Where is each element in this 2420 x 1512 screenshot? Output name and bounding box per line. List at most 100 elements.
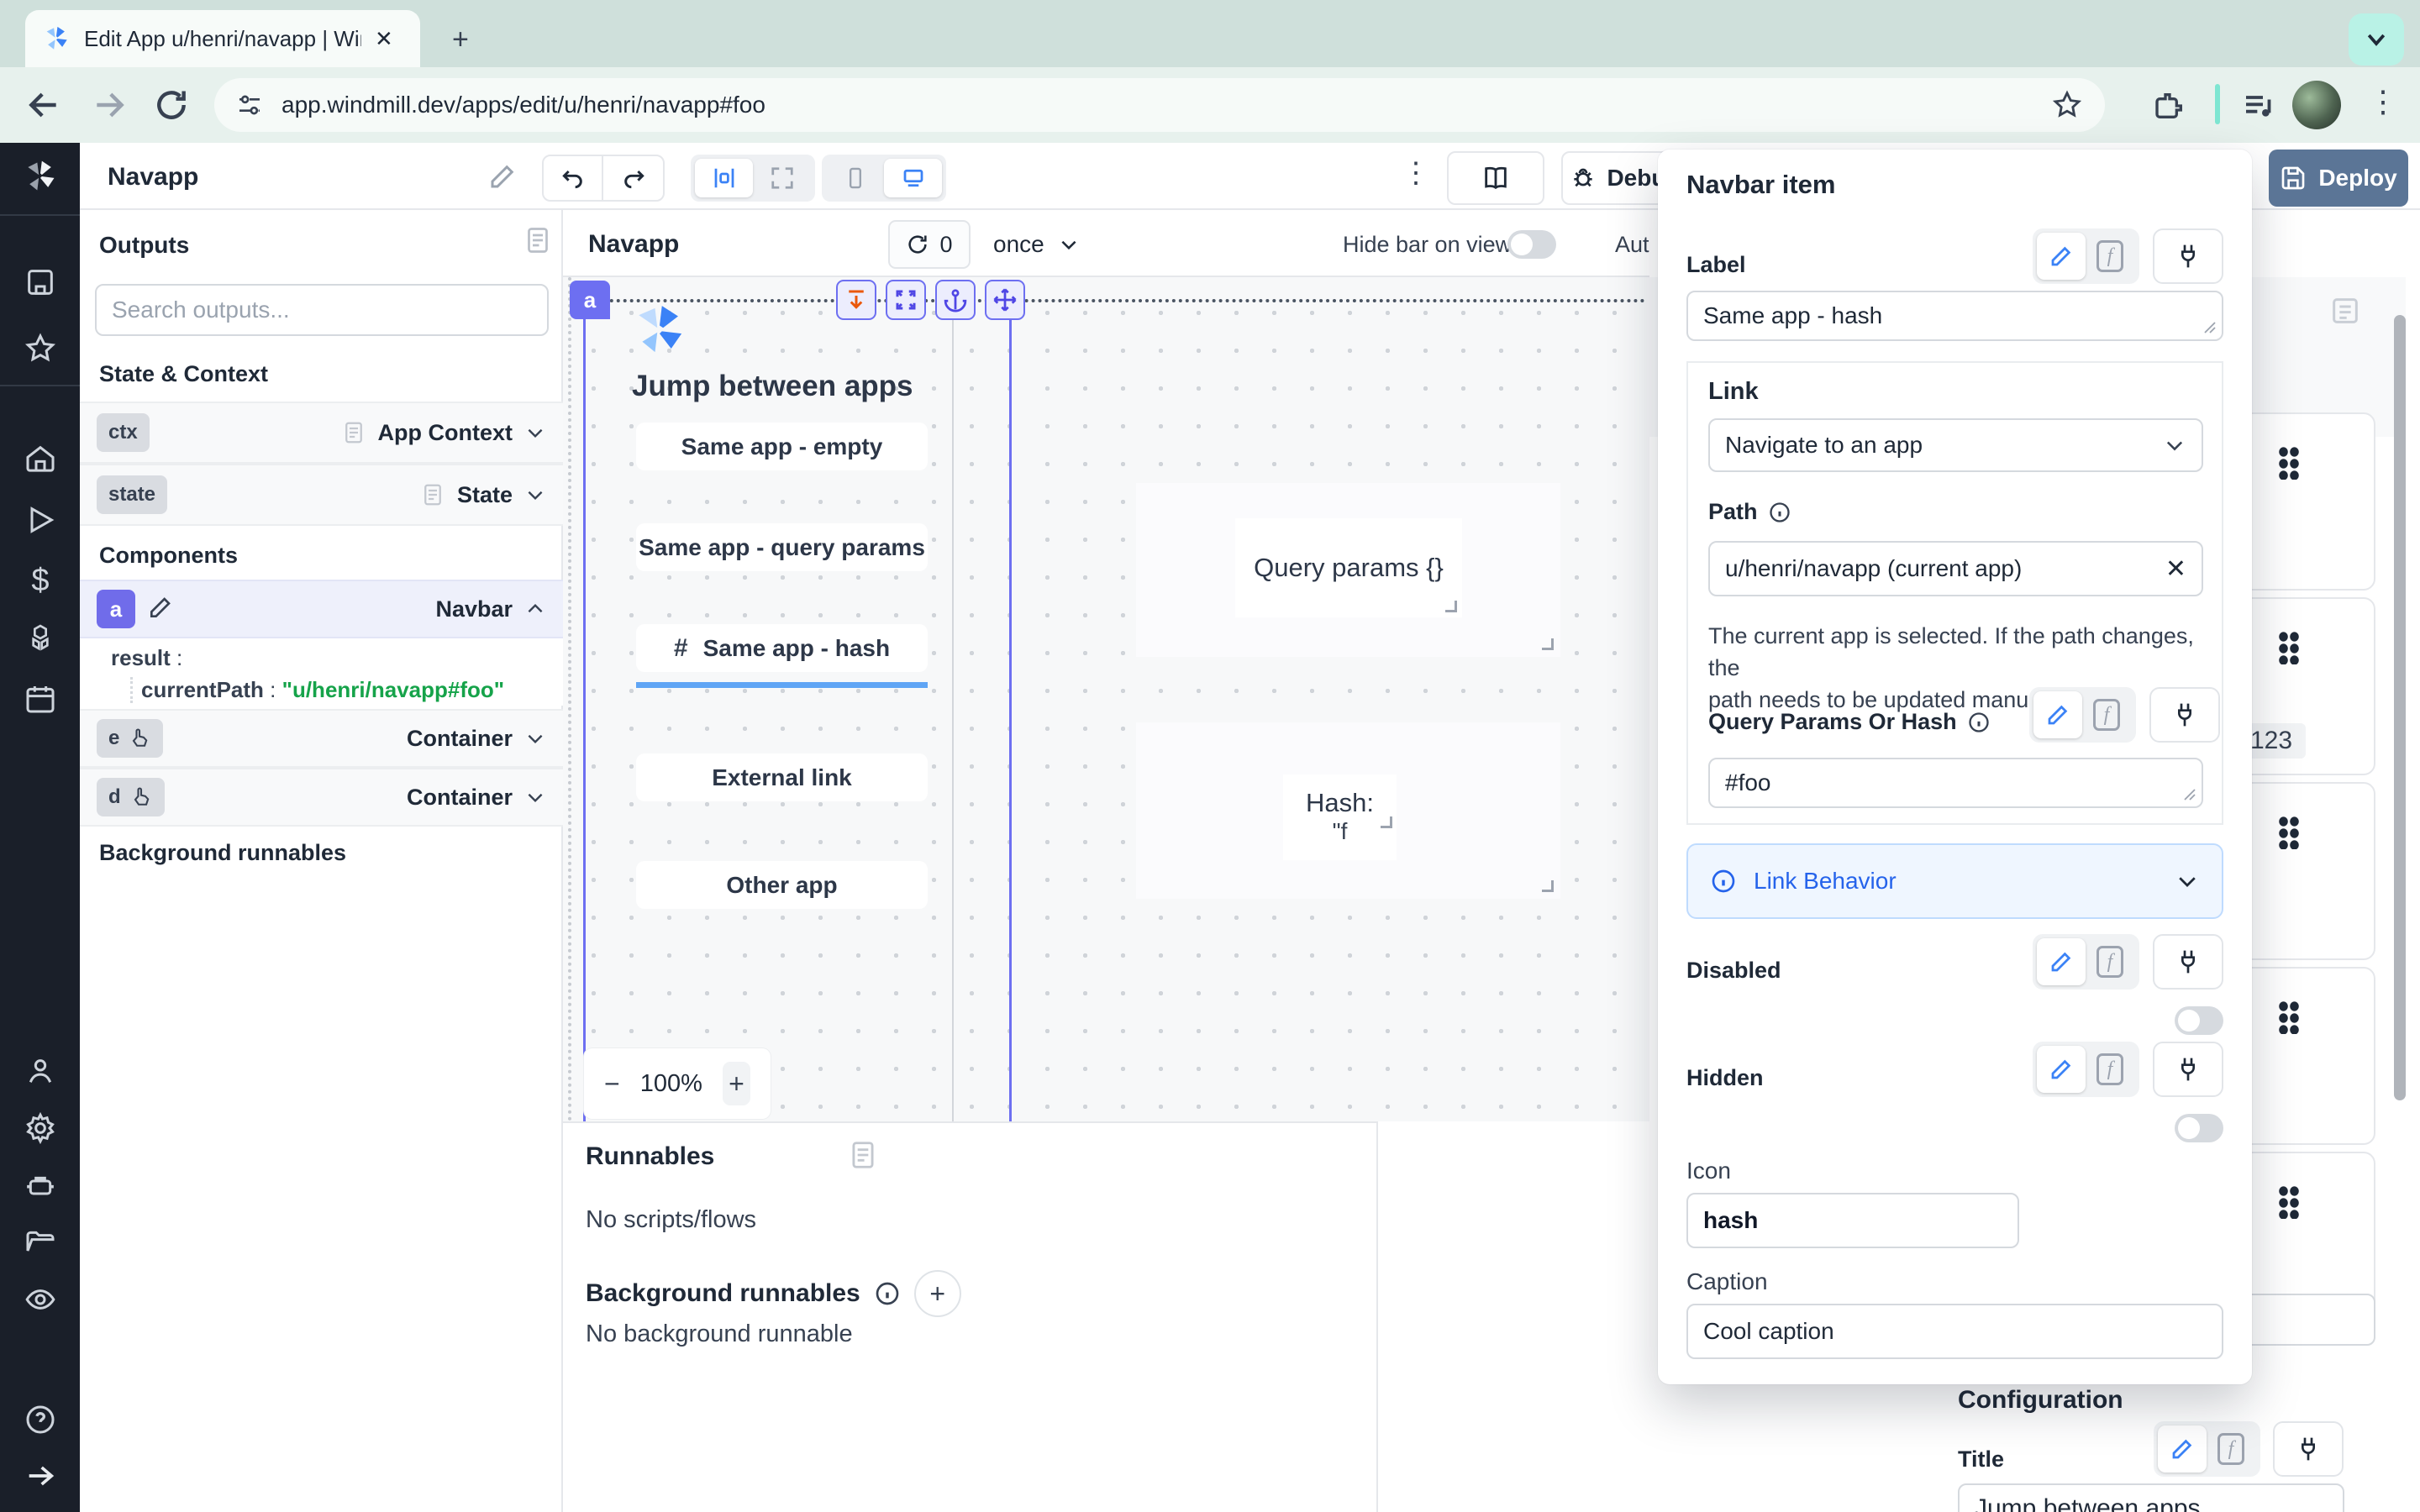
- hash-text-box[interactable]: Hash: "f: [1283, 774, 1397, 860]
- outputs-log-icon[interactable]: [523, 225, 553, 260]
- sidebar-item-workers[interactable]: [22, 1167, 59, 1204]
- resize-handle[interactable]: [1381, 816, 1392, 828]
- path-input[interactable]: u/henri/navapp (current app) ✕: [1708, 541, 2203, 596]
- static-mode-button[interactable]: [2037, 938, 2086, 985]
- redo-button[interactable]: [603, 156, 663, 200]
- fullwidth-layout-button[interactable]: [753, 159, 811, 197]
- nav-item-same-app-query-params[interactable]: Same app - query params: [636, 523, 928, 571]
- sidebar-item-schedules[interactable]: [22, 680, 59, 717]
- chevron-down-icon[interactable]: [524, 786, 546, 808]
- textarea-resize-icon[interactable]: [2203, 321, 2217, 334]
- link-behavior-accordion[interactable]: Link Behavior: [1686, 843, 2223, 919]
- resize-handle[interactable]: [1542, 638, 1554, 650]
- expand-down-button[interactable]: [836, 280, 876, 320]
- component-row-d[interactable]: d Container: [80, 768, 563, 827]
- sidebar-item-users[interactable]: [22, 1053, 59, 1089]
- js-mode-button[interactable]: f: [2086, 233, 2134, 280]
- chevron-up-icon[interactable]: [524, 598, 546, 620]
- docs-button[interactable]: [1447, 151, 1544, 205]
- link-type-select[interactable]: Navigate to an app: [1708, 418, 2203, 472]
- js-mode-button[interactable]: f: [2086, 938, 2134, 985]
- chevron-down-icon[interactable]: [524, 422, 546, 444]
- new-tab-button[interactable]: +: [452, 24, 469, 56]
- hide-bar-toggle[interactable]: [1507, 230, 1556, 259]
- static-mode-button[interactable]: [2033, 691, 2082, 738]
- site-settings-icon[interactable]: [236, 92, 263, 118]
- browser-tab[interactable]: Edit App u/henri/navapp | Win ✕: [25, 10, 420, 67]
- sidebar-item-variables[interactable]: $: [22, 562, 59, 599]
- edit-title-pencil-icon[interactable]: [487, 161, 518, 196]
- tab-close-icon[interactable]: ✕: [375, 26, 393, 52]
- config-title-input[interactable]: Jump between apps: [1958, 1483, 2344, 1512]
- connect-plug-button[interactable]: [2273, 1421, 2344, 1477]
- add-background-runnable-button[interactable]: +: [914, 1270, 961, 1317]
- url-bar[interactable]: app.windmill.dev/apps/edit/u/henri/navap…: [214, 78, 2105, 132]
- sidebar-item-audit-logs[interactable]: [22, 1281, 59, 1318]
- static-mode-button[interactable]: [2037, 1046, 2086, 1093]
- sidebar-expand-icon[interactable]: [22, 1457, 59, 1494]
- schedule-dropdown[interactable]: once: [993, 220, 1080, 269]
- connect-plug-button[interactable]: [2153, 228, 2223, 284]
- clear-path-icon[interactable]: ✕: [2165, 554, 2186, 584]
- query-params-card[interactable]: Query params {}: [1136, 483, 1560, 657]
- nav-item-same-app-empty[interactable]: Same app - empty: [636, 423, 928, 470]
- chevron-down-icon[interactable]: [524, 484, 546, 506]
- undo-button[interactable]: [544, 156, 603, 200]
- caption-input[interactable]: Cool caption: [1686, 1304, 2223, 1359]
- sidebar-item-help[interactable]: [22, 1401, 59, 1438]
- extensions-icon[interactable]: [2153, 89, 2186, 127]
- settings-log-icon[interactable]: [2328, 294, 2362, 332]
- sidebar-item-home[interactable]: [22, 440, 59, 477]
- canvas[interactable]: a Jump between apps Same app - empty Sam…: [563, 277, 1649, 1121]
- reload-button[interactable]: [153, 87, 190, 128]
- back-button[interactable]: [25, 87, 62, 128]
- hidden-toggle[interactable]: [2175, 1114, 2223, 1142]
- drag-handle-icon[interactable]: [2278, 1185, 2300, 1219]
- refresh-count-button[interactable]: 0: [888, 220, 971, 269]
- windmill-logo-icon[interactable]: [22, 158, 59, 195]
- sidebar-item-settings[interactable]: [22, 1110, 59, 1147]
- media-controls-icon[interactable]: [2242, 89, 2275, 127]
- sidebar-item-runs[interactable]: [22, 501, 59, 538]
- forward-button[interactable]: [91, 87, 128, 128]
- output-row-state[interactable]: state State: [80, 464, 563, 526]
- zoom-out-button[interactable]: −: [604, 1068, 620, 1100]
- textarea-resize-icon[interactable]: [2183, 788, 2196, 801]
- drag-handle-icon[interactable]: [2278, 631, 2300, 664]
- browser-menu-icon[interactable]: ⋮: [2368, 84, 2398, 119]
- app-menu-kebab-icon[interactable]: ⋮: [1402, 156, 1430, 190]
- drag-handle-icon[interactable]: [2278, 816, 2300, 849]
- bookmark-star-icon[interactable]: [2051, 89, 2083, 121]
- center-layout-button[interactable]: [695, 159, 753, 197]
- deploy-button[interactable]: Deploy: [2269, 150, 2408, 207]
- disabled-toggle[interactable]: [2175, 1006, 2223, 1035]
- avatar[interactable]: [2292, 81, 2341, 129]
- nav-item-external-link[interactable]: External link: [636, 753, 928, 801]
- icon-input[interactable]: hash: [1686, 1193, 2019, 1248]
- mobile-view-button[interactable]: [826, 159, 884, 197]
- search-input[interactable]: Search outputs...: [95, 284, 549, 336]
- label-textarea[interactable]: Same app - hash: [1686, 291, 2223, 341]
- move-component-button[interactable]: [985, 280, 1025, 320]
- drag-handle-icon[interactable]: [2278, 1000, 2300, 1034]
- hash-card[interactable]: Hash: "f: [1136, 722, 1560, 899]
- sidebar-item-resources[interactable]: [22, 620, 59, 657]
- resize-handle[interactable]: [1445, 601, 1457, 612]
- settings-scrollbar[interactable]: [2394, 315, 2406, 1100]
- navbar-result-tree[interactable]: result : currentPath : "u/henri/navapp#f…: [80, 638, 563, 706]
- qph-textarea[interactable]: #foo: [1708, 758, 2203, 808]
- anchor-component-button[interactable]: [935, 280, 976, 320]
- component-row-e[interactable]: e Container: [80, 709, 563, 768]
- static-mode-button[interactable]: [2037, 233, 2086, 280]
- sidebar-item-favorites[interactable]: [22, 330, 59, 367]
- connect-plug-button[interactable]: [2153, 934, 2223, 990]
- sidebar-item-workspace[interactable]: [22, 264, 59, 301]
- canvas-gutter[interactable]: [568, 277, 571, 1121]
- component-row-navbar[interactable]: a Navbar: [80, 580, 563, 638]
- resize-handle[interactable]: [1542, 880, 1554, 892]
- query-params-text-box[interactable]: Query params {}: [1235, 518, 1462, 617]
- desktop-view-button[interactable]: [884, 159, 942, 197]
- js-mode-button[interactable]: f: [2207, 1425, 2255, 1473]
- rename-pencil-icon[interactable]: [147, 594, 174, 625]
- drag-handle-icon[interactable]: [2278, 446, 2300, 480]
